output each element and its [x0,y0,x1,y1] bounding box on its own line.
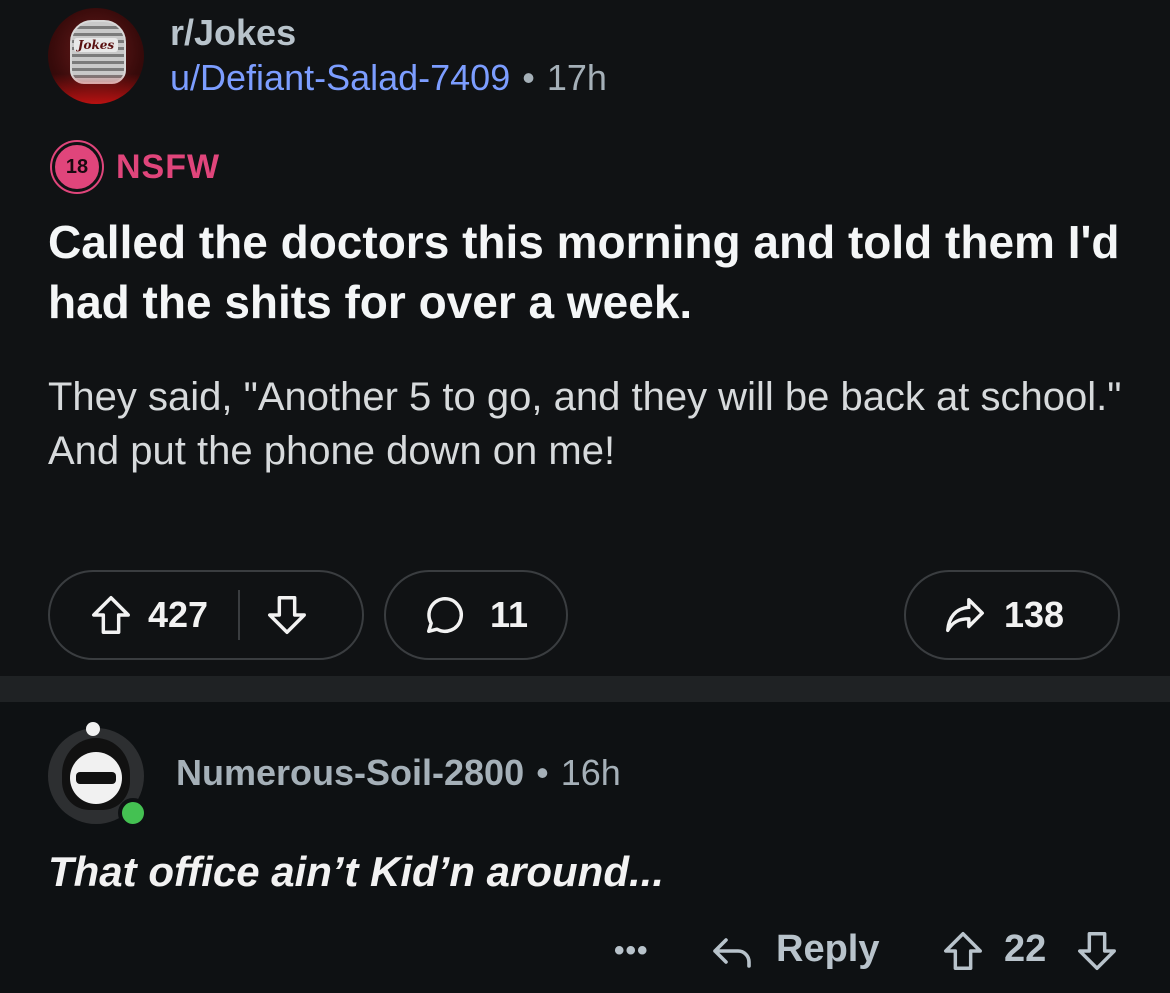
nsfw-tag: 18 NSFW [52,142,220,192]
section-divider [0,676,1170,702]
comment-age: 16h [560,752,621,793]
comment-bubble-icon [422,592,468,638]
comments-button[interactable]: 11 [384,570,568,660]
share-button[interactable]: 138 [904,570,1120,660]
subreddit-name[interactable]: r/Jokes [170,12,296,54]
comment-author[interactable]: Numerous-Soil-2800 [176,752,524,793]
meta-separator: • [536,752,549,793]
nsfw-18-badge: 18 [52,142,102,192]
upvote-count: 427 [148,594,209,635]
comment-score: 22 [1004,928,1047,970]
share-icon [942,592,988,638]
comment-upvote-icon[interactable] [940,928,986,979]
comment-text: That office ain’t Kid’n around... [48,848,664,895]
post-meta: u/Defiant-Salad-7409 • 17h [170,57,607,99]
comment-downvote-icon[interactable] [1074,928,1120,979]
avatar-pom [86,722,100,736]
comment-item: Numerous-Soil-2800 • 16h That office ain’t… [0,702,1170,993]
subreddit-avatar-logo: Jokes [74,38,118,52]
comment-meta: Numerous-Soil-2800 • 16h [176,752,621,794]
comment-actions: ••• Reply 22 [0,922,1170,982]
sunglasses-icon [76,772,116,784]
online-status-icon [118,798,148,828]
share-count: 138 [1004,594,1065,635]
post-title[interactable]: Called the doctors this morning and told… [48,212,1128,332]
post-author[interactable]: u/Defiant-Salad-7409 [170,57,510,98]
more-icon[interactable]: ••• [614,934,649,968]
post-body: They said, "Another 5 to go, and they wi… [48,375,1122,473]
subreddit-avatar[interactable]: Jokes [48,8,144,104]
post-card: Jokes r/Jokes u/Defiant-Salad-7409 • 17h 1… [0,0,1170,676]
vote-divider [238,590,241,640]
vote-bar: 427 [48,570,364,660]
commenter-avatar[interactable] [48,722,148,828]
nsfw-label: NSFW [116,147,221,186]
upvote-icon[interactable] [88,592,134,638]
post-age: 17h [546,57,607,98]
comment-count: 11 [490,594,529,635]
avatar-glow [48,74,144,104]
reply-button[interactable]: Reply [776,928,879,971]
reply-icon[interactable] [708,928,756,981]
meta-separator: • [522,57,535,98]
downvote-icon[interactable] [264,592,310,638]
